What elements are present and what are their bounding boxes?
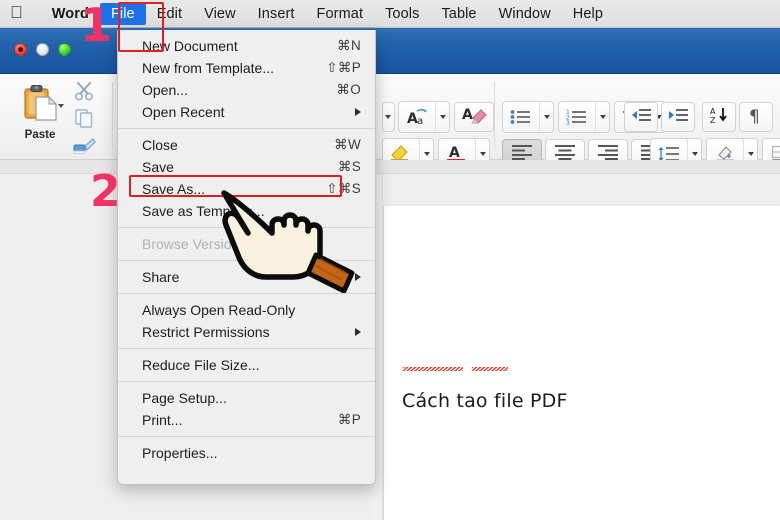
svg-text:A: A (710, 107, 716, 116)
submenu-arrow-icon (355, 328, 361, 336)
paste-button[interactable]: Paste (8, 80, 72, 154)
menu-item-help[interactable]: Help (562, 3, 614, 25)
document-body-text[interactable]: Cách tao file PDF (402, 390, 568, 412)
menu-option-reduce-file-size[interactable]: Reduce File Size... (118, 354, 375, 376)
document-page[interactable]: Cách tao file PDF (383, 206, 780, 520)
menu-option-shortcut: ⌘N (337, 38, 361, 53)
menu-option-save-as[interactable]: Save As... ⇧⌘S (118, 178, 375, 200)
menu-option-shortcut: ⇧⌘S (326, 181, 361, 196)
ribbon-separator (494, 82, 495, 150)
window-traffic-lights (14, 43, 71, 56)
svg-text:A: A (449, 145, 460, 161)
macos-menu-bar:  Word File Edit View Insert Format Tool… (0, 0, 780, 28)
menu-item-edit[interactable]: Edit (146, 3, 193, 25)
menu-item-insert[interactable]: Insert (247, 3, 306, 25)
menu-option-label: New Document (142, 38, 238, 54)
menu-option-new-document[interactable]: New Document ⌘N (118, 35, 375, 57)
menu-option-print[interactable]: Print... ⌘P (118, 409, 375, 431)
menu-option-restrict-permissions[interactable]: Restrict Permissions (118, 321, 375, 343)
menu-option-save-as-template[interactable]: Save as Template... (118, 200, 375, 222)
menu-option-properties[interactable]: Properties... (118, 442, 375, 464)
ribbon-separator (112, 82, 113, 150)
paste-options-chevron-icon[interactable] (58, 104, 64, 108)
submenu-arrow-icon (355, 108, 361, 116)
menu-item-window[interactable]: Window (488, 3, 562, 25)
menu-option-save[interactable]: Save ⌘S (118, 156, 375, 178)
menu-option-label: Print... (142, 412, 183, 428)
menu-separator (118, 227, 375, 228)
spellcheck-underline (472, 367, 508, 371)
menu-item-table[interactable]: Table (430, 3, 487, 25)
menu-option-close[interactable]: Close ⌘W (118, 134, 375, 156)
menu-option-label: Save (142, 159, 174, 175)
menu-option-open-recent[interactable]: Open Recent (118, 101, 375, 123)
apple-logo-icon[interactable]:  (10, 4, 23, 21)
menu-separator (118, 293, 375, 294)
menu-separator (118, 260, 375, 261)
file-dropdown-menu: New Document ⌘N New from Template... ⇧⌘P… (117, 30, 376, 485)
menu-option-page-setup[interactable]: Page Setup... (118, 387, 375, 409)
menu-option-browse-version-history: Browse Version History... (118, 233, 375, 255)
menu-option-label: Restrict Permissions (142, 324, 270, 340)
menu-option-label: Share (142, 269, 180, 285)
menu-option-shortcut: ⌘O (336, 82, 361, 97)
format-painter-icon[interactable] (72, 135, 96, 160)
menu-option-new-from-template[interactable]: New from Template... ⇧⌘P (118, 57, 375, 79)
menu-option-label: Save As... (142, 181, 206, 197)
menu-option-label: Page Setup... (142, 390, 227, 406)
menu-option-open[interactable]: Open... ⌘O (118, 79, 375, 101)
paste-label: Paste (24, 129, 56, 141)
menu-option-label: Open Recent (142, 104, 225, 120)
menu-option-label: Properties... (142, 445, 218, 461)
menu-separator (118, 348, 375, 349)
clipboard-tools-column (72, 81, 96, 160)
menu-option-label: New from Template... (142, 60, 275, 76)
step-marker-1: 1 (80, 0, 113, 52)
screenshot-root: Paste A a A A 1 2 3 A Z ¶ Cách tao file … (0, 0, 780, 520)
close-window-button[interactable] (14, 43, 27, 56)
menu-option-shortcut: ⌘S (337, 159, 361, 174)
paste-clipboard-icon (21, 83, 59, 128)
menu-separator (118, 128, 375, 129)
menu-option-shortcut: ⇧⌘P (326, 60, 361, 75)
submenu-arrow-icon (355, 273, 361, 281)
spellcheck-underline (403, 367, 463, 371)
menu-option-label: Browse Version History... (142, 236, 298, 252)
menu-item-view[interactable]: View (193, 3, 247, 25)
step-marker-2: 2 (90, 166, 121, 217)
menu-item-tools[interactable]: Tools (374, 3, 430, 25)
menu-separator (118, 436, 375, 437)
menu-item-format[interactable]: Format (306, 3, 375, 25)
menu-option-label: Close (142, 137, 178, 153)
copy-icon[interactable] (73, 108, 95, 133)
menu-separator (118, 381, 375, 382)
menu-option-shortcut: ⌘P (337, 412, 361, 427)
menu-option-always-open-read-only[interactable]: Always Open Read-Only (118, 299, 375, 321)
menu-option-label: Open... (142, 82, 188, 98)
menu-option-shortcut: ⌘W (334, 137, 361, 152)
menu-option-label: Save as Template... (142, 203, 265, 219)
menu-option-share[interactable]: Share (118, 266, 375, 288)
minimize-window-button[interactable] (36, 43, 49, 56)
menu-option-label: Reduce File Size... (142, 357, 260, 373)
cut-scissors-icon[interactable] (73, 81, 95, 106)
menu-option-label: Always Open Read-Only (142, 302, 296, 318)
zoom-window-button[interactable] (58, 43, 71, 56)
